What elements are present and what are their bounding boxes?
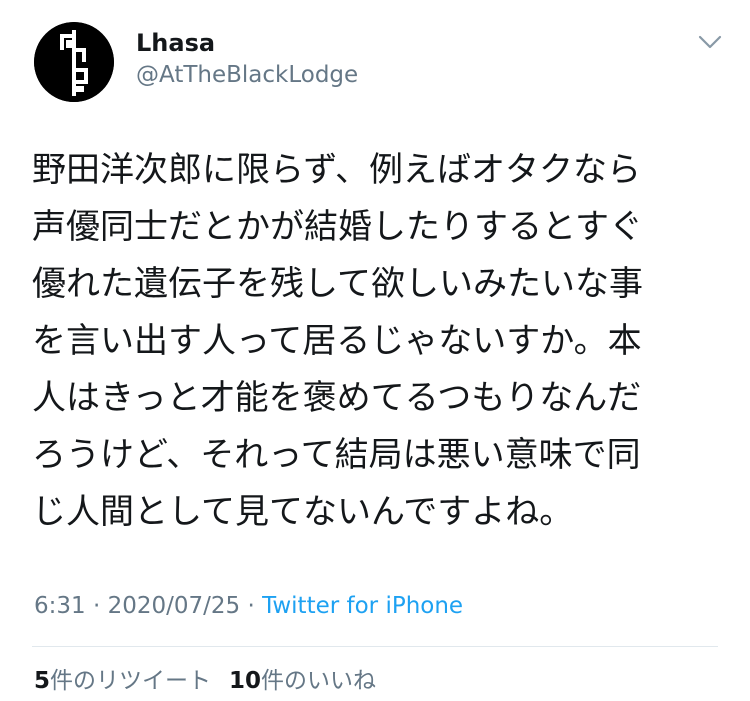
- tweet-date[interactable]: 2020/07/25: [108, 593, 241, 619]
- meta-separator: ·: [240, 593, 263, 619]
- tweet-text-line: 優れた遺伝子を残して欲しいみたいな事: [32, 264, 643, 304]
- tweet-text-line: ろうけど、それって結局は悪い意味で同: [32, 435, 641, 475]
- retweets-label: 件のリツイート: [50, 668, 212, 694]
- display-name[interactable]: Lhasa: [136, 28, 215, 58]
- likes-stat[interactable]: 10件のいいね: [229, 668, 376, 694]
- tweet-text: 野田洋次郎に限らず、例えばオタクなら 声優同士だとかが結婚したりするとすぐ 優れ…: [32, 142, 722, 541]
- chevron-down-icon: [698, 35, 722, 49]
- divider: [32, 646, 718, 647]
- tweet-text-line: じ人間として見てないんですよね。: [32, 492, 574, 532]
- tweet-text-line: を言い出す人って居るじゃないすか。本: [32, 321, 642, 361]
- tweet-text-line: 野田洋次郎に限らず、例えばオタクなら: [32, 150, 641, 190]
- user-handle[interactable]: @AtTheBlackLodge: [136, 60, 358, 90]
- avatar[interactable]: [34, 22, 114, 102]
- bauhaus-face-logo-icon: [34, 22, 114, 102]
- tweet-stats: 5件のリツイート 10件のいいね: [34, 665, 376, 697]
- tweet-text-line: 声優同士だとかが結婚したりするとすぐ: [32, 207, 643, 247]
- tweet-menu-button[interactable]: [694, 30, 726, 54]
- meta-separator: ·: [85, 593, 108, 619]
- likes-count: 10: [229, 668, 262, 694]
- retweets-count: 5: [34, 668, 51, 694]
- tweet-text-line: 人はきっと才能を褒めてるつもりなんだ: [32, 378, 642, 418]
- tweet-time[interactable]: 6:31: [34, 593, 86, 619]
- retweets-stat[interactable]: 5件のリツイート: [34, 668, 211, 694]
- tweet-source-link[interactable]: Twitter for iPhone: [262, 593, 463, 619]
- likes-label: 件のいいね: [261, 668, 377, 694]
- tweet-meta: 6:31 · 2020/07/25 · Twitter for iPhone: [34, 590, 463, 622]
